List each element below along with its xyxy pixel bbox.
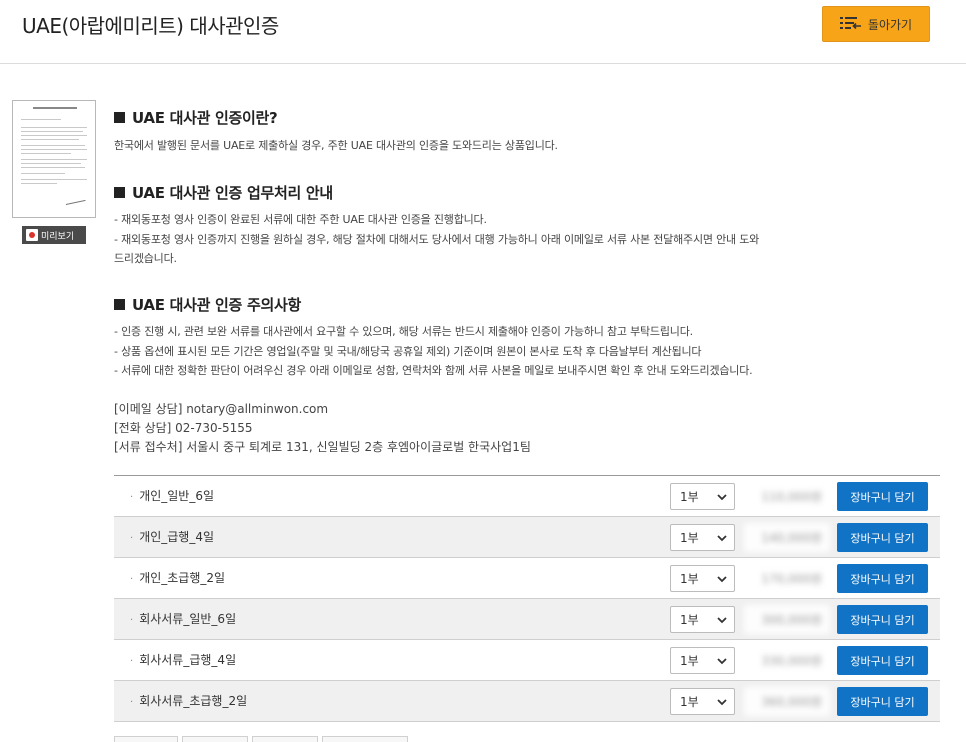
square-bullet-icon [114,299,125,310]
quantity-select[interactable]: 1부 [670,483,735,510]
section-text: - 상품 옵션에 표시된 모든 기간은 영업일(주말 및 국내/해당국 공휴일 … [114,345,702,358]
quantity-select[interactable]: 1부 [670,606,735,633]
product-price: 140,000원 [744,523,830,552]
chevron-down-icon [717,617,727,624]
product-name: 개인_초급행_2일 [139,571,226,585]
section-heading-process: UAE 대사관 인증 업무처리 안내 [114,182,333,203]
chevron-down-icon [717,699,727,706]
product-options-table: · 개인_일반_6일 1부 110,000원 장바구니 담기 · 개인_급행_4일 … [114,475,940,722]
product-row: · 회사서류_급행_4일 1부 330,000원 장바구니 담기 [114,640,940,681]
product-price: 360,000원 [744,687,830,716]
section-text: - 인증 진행 시, 관련 보완 서류를 대사관에서 요구할 수 있으며, 해당… [114,325,693,338]
product-row: · 회사서류_초급행_2일 1부 360,000원 장바구니 담기 [114,681,940,722]
chevron-down-icon [717,494,727,501]
section-text: - 재외동포청 영사 인증까지 진행을 원하실 경우, 해당 절차에 대해서도 … [114,233,760,246]
back-button[interactable]: 돌아가기 [822,6,930,42]
product-row: · 개인_급행_4일 1부 140,000원 장바구니 담기 [114,517,940,558]
product-price: 170,000원 [744,564,830,593]
chevron-down-icon [717,658,727,665]
preview-button-label: 미리보기 [41,231,75,242]
section-text: 한국에서 발행된 문서를 UAE로 제출하실 경우, 주한 UAE 대사관의 인… [114,139,558,152]
preview-icon [26,229,38,241]
bullet-dot-icon: · [130,697,134,708]
add-to-cart-button[interactable]: 장바구니 담기 [837,482,928,511]
page-title: UAE(아랍에미리트) 대사관인증 [22,14,279,38]
add-to-cart-button[interactable]: 장바구니 담기 [837,564,928,593]
product-row: · 개인_초급행_2일 1부 170,000원 장바구니 담기 [114,558,940,599]
preview-button[interactable]: 미리보기 [22,226,86,244]
add-to-cart-button[interactable]: 장바구니 담기 [837,646,928,675]
product-price: 300,000원 [744,605,830,634]
page-header: UAE(아랍에미리트) 대사관인증 돌아가기 [0,0,966,64]
add-to-cart-button[interactable]: 장바구니 담기 [837,687,928,716]
list-back-icon [839,17,861,30]
quantity-select[interactable]: 1부 [670,647,735,674]
bullet-dot-icon: · [130,492,134,503]
product-row: · 회사서류_일반_6일 1부 300,000원 장바구니 담기 [114,599,940,640]
section-text: - 재외동포청 영사 인증이 완료된 서류에 대한 주한 UAE 대사관 인증을… [114,213,487,226]
bullet-dot-icon: · [130,533,134,544]
contact-email: [이메일 상담] notary@allminwon.com [114,402,329,416]
section-heading-notes: UAE 대사관 인증 주의사항 [114,294,301,315]
product-name: 회사서류_초급행_2일 [139,694,248,708]
product-name: 회사서류_급행_4일 [139,653,237,667]
add-to-cart-button[interactable]: 장바구니 담기 [837,605,928,634]
quantity-select[interactable]: 1부 [670,688,735,715]
square-bullet-icon [114,112,125,123]
tab[interactable] [114,736,178,742]
bottom-tab-strip [114,736,408,742]
contact-phone: [전화 상담] 02-730-5155 [114,421,253,435]
product-row: · 개인_일반_6일 1부 110,000원 장바구니 담기 [114,476,940,517]
bullet-dot-icon: · [130,574,134,585]
tab[interactable] [322,736,408,742]
product-name: 개인_급행_4일 [139,530,215,544]
section-text: - 서류에 대한 정확한 판단이 어려우신 경우 아래 이메일로 성함, 연락처… [114,364,753,377]
section-text: 드리겠습니다. [114,252,177,265]
add-to-cart-button[interactable]: 장바구니 담기 [837,523,928,552]
tab[interactable] [252,736,318,742]
tab[interactable] [182,736,248,742]
chevron-down-icon [717,535,727,542]
bullet-dot-icon: · [130,615,134,626]
back-button-label: 돌아가기 [867,17,913,32]
document-thumbnail[interactable] [12,100,96,218]
square-bullet-icon [114,187,125,198]
product-name: 회사서류_일반_6일 [139,612,237,626]
quantity-select[interactable]: 1부 [670,565,735,592]
product-name: 개인_일반_6일 [139,489,215,503]
contact-address: [서류 접수처] 서울시 중구 퇴계로 131, 신일빌딩 2층 후엠아이글로벌… [114,440,531,454]
quantity-select[interactable]: 1부 [670,524,735,551]
section-heading-about: UAE 대사관 인증이란? [114,107,278,128]
product-price: 110,000원 [744,482,830,511]
bullet-dot-icon: · [130,656,134,667]
chevron-down-icon [717,576,727,583]
product-price: 330,000원 [744,646,830,675]
